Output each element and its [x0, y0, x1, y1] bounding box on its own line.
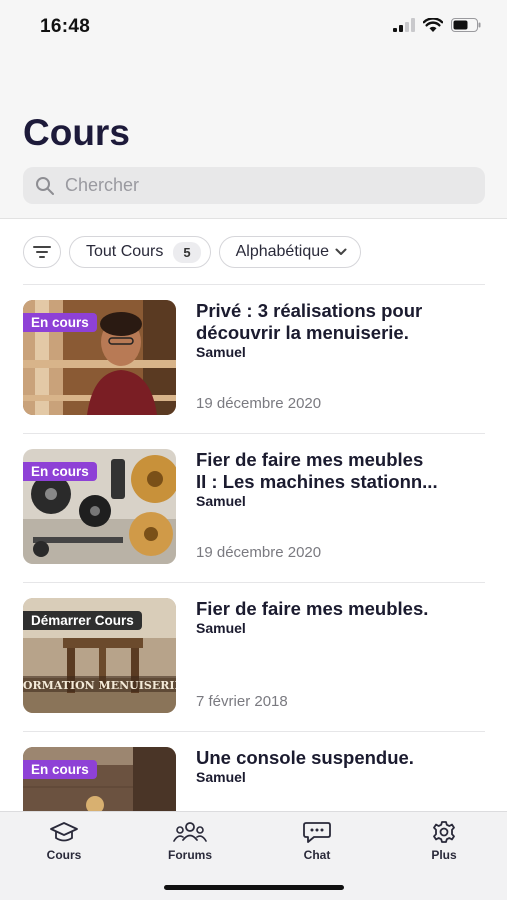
graduation-cap-icon: [50, 822, 78, 842]
course-status-badge: Démarrer Cours: [23, 611, 142, 630]
course-list: En cours Privé : 3 réalisations pour déc…: [23, 284, 485, 880]
chat-bubble-icon: [303, 822, 331, 843]
all-courses-filter[interactable]: Tout Cours 5: [69, 236, 211, 268]
course-status-badge: En cours: [23, 462, 97, 481]
tab-forums[interactable]: Forums: [140, 820, 240, 862]
course-thumbnail: En cours: [23, 300, 176, 415]
header-area: 16:48 Cours Chercher: [0, 0, 507, 219]
status-bar: 16:48: [0, 0, 507, 54]
course-card[interactable]: FORMATION MENUISERIE Démarrer Cours Fier…: [23, 582, 485, 731]
course-date: 19 décembre 2020: [196, 395, 322, 412]
course-title: Privé : 3 réalisations pour découvrir la…: [196, 300, 423, 343]
sort-dropdown[interactable]: Alphabétique: [218, 236, 362, 268]
tab-label: Cours: [46, 848, 82, 862]
filter-button[interactable]: [23, 236, 61, 268]
course-date: 19 décembre 2020: [196, 544, 322, 561]
course-author: Samuel: [196, 344, 246, 360]
search-icon: [36, 176, 54, 195]
filter-icon: [33, 246, 51, 258]
tab-chat[interactable]: Chat: [267, 820, 367, 862]
course-author: Samuel: [196, 620, 246, 636]
battery-icon: [451, 18, 481, 37]
page-title: Cours: [23, 112, 130, 153]
chevron-down-icon: [335, 248, 347, 255]
course-status-badge: En cours: [23, 760, 97, 779]
all-courses-label: Tout Cours: [86, 243, 164, 260]
course-title: Fier de faire mes meubles.: [196, 598, 429, 619]
courses-count-badge: 5: [173, 241, 201, 263]
course-author: Samuel: [196, 769, 246, 785]
tab-label: Forums: [167, 848, 212, 862]
course-title: Une console suspendue.: [196, 747, 414, 768]
search-input[interactable]: [65, 175, 465, 196]
thumbnail-overlay-text: FORMATION MENUISERIE: [23, 679, 176, 692]
course-author: Samuel: [196, 493, 246, 509]
tab-cours[interactable]: Cours: [14, 820, 114, 862]
course-date: 7 février 2018: [196, 693, 288, 710]
sort-label: Alphabétique: [235, 243, 330, 260]
wifi-icon: [422, 17, 444, 37]
tab-plus[interactable]: Plus: [394, 820, 494, 862]
home-indicator: [164, 885, 344, 890]
signal-icon: [393, 18, 415, 37]
filter-row: Tout Cours 5 Alphabétique: [23, 236, 362, 268]
course-title: Fier de faire mes meubles II : Les machi…: [196, 449, 438, 492]
course-card[interactable]: En cours Fier de faire mes meubles II : …: [23, 433, 485, 582]
gear-icon: [433, 821, 455, 843]
course-thumbnail: En cours: [23, 449, 176, 564]
course-status-badge: En cours: [23, 313, 97, 332]
course-thumbnail: FORMATION MENUISERIE Démarrer Cours: [23, 598, 176, 713]
search-bar[interactable]: [23, 167, 485, 204]
group-icon: [173, 822, 207, 842]
tab-label: Plus: [431, 848, 457, 862]
course-card[interactable]: En cours Privé : 3 réalisations pour déc…: [23, 284, 485, 433]
tab-label: Chat: [303, 848, 331, 862]
status-time: 16:48: [40, 16, 91, 37]
status-icons: [393, 17, 481, 37]
